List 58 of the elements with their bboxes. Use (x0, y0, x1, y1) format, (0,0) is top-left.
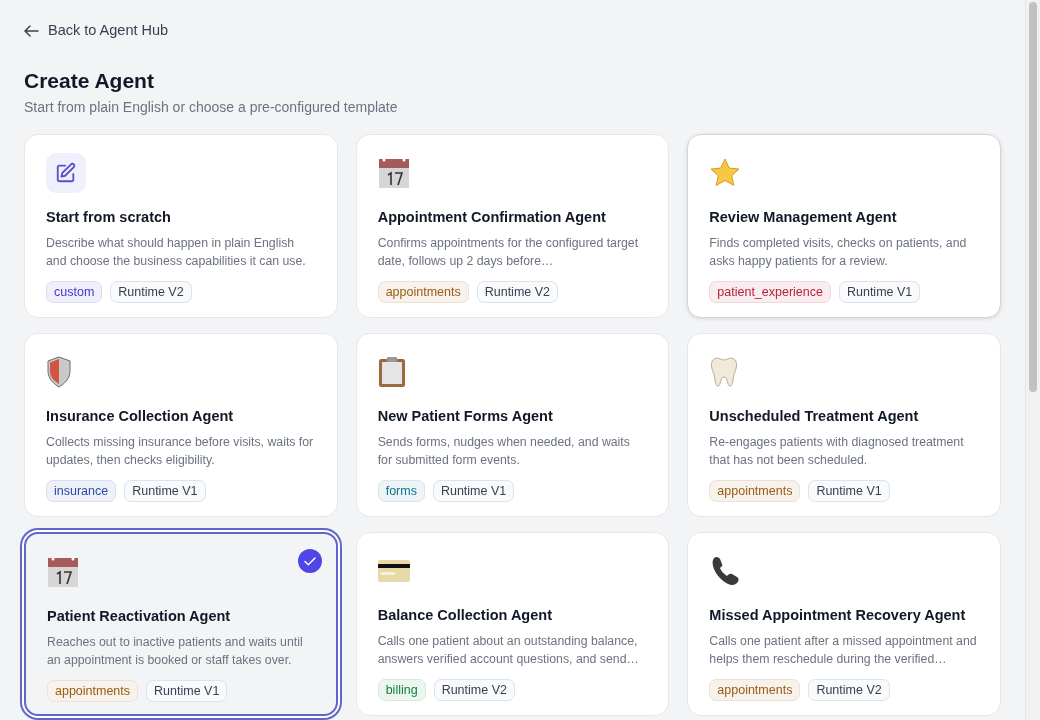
category-tag: forms (377, 479, 425, 503)
shield-icon (46, 355, 72, 388)
category-tag: appointments (709, 678, 801, 702)
check-icon (297, 548, 322, 573)
template-card[interactable]: Balance Collection Agent Calls one patient about an outstanding balance, answers verified account questions, and send… billing Runtime V2 (355, 531, 670, 716)
template-card[interactable]: New Patient Forms Agent Sends forms, nudges when needed, and waits for submitted form events. forms Runtime V1 (355, 332, 670, 517)
pencil-icon (55, 161, 77, 184)
template-title: Missed Appointment Recovery Agent (709, 605, 967, 625)
runtime-tag: Runtime V1 (146, 679, 228, 703)
template-description: Calls one patient after a missed appointment and helps them reschedule during the verified… (709, 632, 978, 668)
category-tag: patient_experience (709, 280, 831, 304)
page-title: Create Agent (24, 67, 155, 93)
template-description: Finds completed visits, checks on patients, and asks happy patients for a review. (709, 234, 968, 270)
template-title: New Patient Forms Agent (377, 406, 554, 426)
template-description: Calls one patient about an outstanding balance, answers verified account questions, and send… (377, 632, 640, 668)
category-tag: insurance (46, 479, 117, 503)
runtime-tag: Runtime V2 (110, 280, 192, 304)
category-tag: appointments (47, 679, 139, 703)
template-card[interactable]: Review Management Agent Finds completed visits, checks on patients, and asks happy patients for a review. patient_experience Runtime V1 (687, 133, 1001, 318)
template-title: Balance Collection Agent (377, 605, 553, 625)
calendar-icon (47, 555, 79, 588)
category-tag: custom (46, 280, 103, 304)
template-description: Re-engages patients with diagnosed treatment that has not been scheduled. (709, 433, 965, 469)
tooth-icon (709, 355, 740, 388)
template-title: Review Management Agent (709, 207, 898, 227)
runtime-tag: Runtime V1 (838, 280, 921, 304)
template-title: Start from scratch (46, 207, 172, 227)
category-tag: billing (377, 678, 426, 702)
runtime-tag: Runtime V1 (432, 479, 515, 503)
template-card[interactable]: Appointment Confirmation Agent Confirms appointments for the configured target date, follows up 2 days before… appointments Runtime V2 (355, 133, 670, 318)
back-link[interactable]: Back to Agent Hub (24, 16, 169, 46)
template-description: Sends forms, nudges when needed, and waits for submitted form events. (377, 433, 631, 469)
template-title: Patient Reactivation Agent (47, 606, 232, 626)
runtime-tag: Runtime V1 (808, 479, 890, 503)
category-tag: appointments (709, 479, 801, 503)
template-description: Reaches out to inactive patients and waits until an appointment is booked or staff takes over. (47, 633, 304, 669)
arrow-left-icon (24, 24, 39, 37)
calendar-icon (377, 156, 410, 189)
scrollbar[interactable] (1025, 0, 1040, 720)
category-tag: appointments (377, 280, 469, 304)
template-description: Describe what should happen in plain English and choose the business capabilities it can use. (46, 234, 307, 270)
runtime-tag: Runtime V2 (433, 678, 515, 702)
template-description: Confirms appointments for the configured target date, follows up 2 days before… (377, 234, 640, 270)
runtime-tag: Runtime V2 (808, 678, 890, 702)
star-icon (709, 156, 742, 189)
template-title: Insurance Collection Agent (46, 406, 235, 426)
clipboard-icon (377, 355, 406, 388)
template-title: Unscheduled Treatment Agent (709, 406, 920, 426)
template-card[interactable]: Missed Appointment Recovery Agent Calls one patient after a missed appointment and helps them reschedule during the verified… appointments Runtime V2 (687, 531, 1001, 716)
template-card[interactable]: Start from scratch Describe what should happen in plain English and choose the business capabilities it can use. custom Runtime V2 (24, 133, 338, 318)
template-card[interactable]: Unscheduled Treatment Agent Re-engages patients with diagnosed treatment that has not been scheduled. appointments Runtime V1 (687, 332, 1001, 517)
runtime-tag: Runtime V2 (476, 280, 559, 304)
credit-card-icon (377, 559, 410, 582)
template-card[interactable]: Insurance Collection Agent Collects missing insurance before visits, waits for updates, then checks eligibility. insurance Runtime V1 (24, 332, 338, 517)
page-subtitle: Start from plain English or choose a pre-configured template (24, 97, 399, 117)
template-description: Collects missing insurance before visits, waits for updates, then checks eligibility. (46, 433, 315, 469)
template-title: Appointment Confirmation Agent (377, 207, 607, 227)
runtime-tag: Runtime V1 (124, 479, 206, 503)
